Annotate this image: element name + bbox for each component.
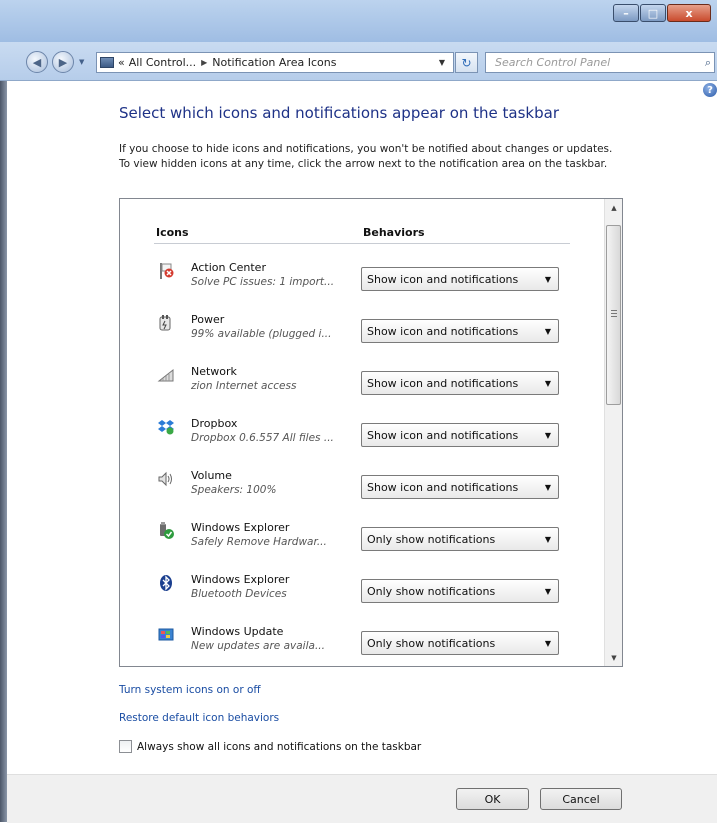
address-bar[interactable]: « All Control... ▶ Notification Area Ico… [96, 52, 454, 73]
chevron-down-icon: ▼ [544, 274, 551, 284]
item-detail: Bluetooth Devices [191, 588, 287, 600]
recent-pages-chevron-icon[interactable]: ▼ [79, 58, 84, 66]
list-item: Action Center Solve PC issues: 1 import.… [156, 259, 576, 303]
behavior-value: Only show notifications [367, 532, 496, 546]
cancel-button[interactable]: Cancel [540, 788, 622, 810]
scroll-up-button[interactable]: ▲ [605, 199, 622, 216]
title-bar: – □ x [0, 0, 717, 42]
item-detail: Safely Remove Hardwar... [191, 536, 327, 548]
bluetooth-icon [156, 573, 176, 593]
help-icon[interactable]: ? [703, 83, 717, 97]
back-button[interactable]: ◀ [26, 51, 48, 73]
behavior-dropdown[interactable]: Only show notifications ▼ [361, 579, 559, 603]
safely-remove-hardware-icon [156, 521, 176, 541]
page-description: If you choose to hide icons and notifica… [119, 143, 613, 170]
item-detail: zion Internet access [191, 380, 297, 392]
behavior-dropdown[interactable]: Show icon and notifications ▼ [361, 475, 559, 499]
chevron-down-icon: ▼ [544, 638, 551, 648]
chevron-down-icon: ▼ [544, 430, 551, 440]
item-name: Power [191, 313, 225, 326]
list-item: Dropbox Dropbox 0.6.557 All files ... Sh… [156, 415, 576, 459]
item-name: Network [191, 365, 237, 378]
notification-icons-list[interactable]: Icons Behaviors Action Center Solve PC i… [119, 198, 623, 667]
maximize-button[interactable]: □ [640, 4, 666, 22]
restore-defaults-link[interactable]: Restore default icon behaviors [119, 712, 279, 724]
item-name: Dropbox [191, 417, 238, 430]
forward-button[interactable]: ▶ [52, 51, 74, 73]
chevron-down-icon: ▼ [544, 482, 551, 492]
breadcrumb-all-control-panel[interactable]: All Control... [129, 56, 196, 69]
address-toolbar: ◀ ▶ ▼ « All Control... ▶ Notification Ar… [0, 42, 717, 81]
list-item: Volume Speakers: 100% Show icon and noti… [156, 467, 576, 511]
item-name: Volume [191, 469, 232, 482]
behavior-dropdown[interactable]: Only show notifications ▼ [361, 631, 559, 655]
behavior-dropdown[interactable]: Show icon and notifications ▼ [361, 319, 559, 343]
close-button[interactable]: x [667, 4, 711, 22]
behavior-value: Only show notifications [367, 636, 496, 650]
chevron-down-icon: ▼ [544, 586, 551, 596]
breadcrumb-overflow[interactable]: « [118, 56, 125, 69]
list-item: Windows Explorer Safely Remove Hardwar..… [156, 519, 576, 563]
dropbox-icon [156, 417, 176, 437]
behavior-dropdown[interactable]: Only show notifications ▼ [361, 527, 559, 551]
minimize-button[interactable]: – [613, 4, 639, 22]
item-detail: Speakers: 100% [191, 484, 277, 496]
vertical-scrollbar[interactable]: ▲ ▼ [604, 199, 622, 666]
item-name: Action Center [191, 261, 266, 274]
column-header-behaviors: Behaviors [363, 226, 425, 239]
search-box[interactable]: ⌕ [485, 52, 715, 73]
chevron-down-icon: ▼ [544, 378, 551, 388]
grip-icon [611, 310, 617, 317]
behavior-value: Only show notifications [367, 584, 496, 598]
always-show-label[interactable]: Always show all icons and notifications … [137, 741, 421, 753]
behavior-value: Show icon and notifications [367, 376, 519, 390]
search-input[interactable] [495, 56, 685, 69]
behavior-value: Show icon and notifications [367, 324, 519, 338]
behavior-value: Show icon and notifications [367, 480, 519, 494]
power-plug-icon [156, 313, 176, 333]
window-controls: – □ x [612, 4, 711, 22]
search-icon[interactable]: ⌕ [705, 56, 711, 70]
list-item: Windows Explorer Bluetooth Devices Only … [156, 571, 576, 615]
breadcrumb-separator-icon[interactable]: ▶ [201, 58, 207, 67]
item-detail: Solve PC issues: 1 import... [191, 276, 335, 288]
control-panel-icon [100, 57, 114, 68]
list-item: Windows Update New updates are availa...… [156, 623, 576, 666]
item-name: Windows Update [191, 625, 284, 638]
item-name: Windows Explorer [191, 521, 290, 534]
always-show-checkbox[interactable] [119, 740, 132, 753]
page-title: Select which icons and notifications app… [119, 104, 559, 122]
left-window-edge [0, 81, 7, 822]
scroll-thumb[interactable] [606, 225, 621, 405]
column-header-icons: Icons [156, 226, 189, 239]
windows-update-icon [156, 625, 176, 645]
behavior-value: Show icon and notifications [367, 272, 519, 286]
behavior-dropdown[interactable]: Show icon and notifications ▼ [361, 423, 559, 447]
header-divider [154, 243, 570, 244]
turn-system-icons-link[interactable]: Turn system icons on or off [119, 684, 261, 696]
refresh-button[interactable]: ↻ [455, 52, 478, 73]
behavior-dropdown[interactable]: Show icon and notifications ▼ [361, 371, 559, 395]
item-name: Windows Explorer [191, 573, 290, 586]
item-detail: Dropbox 0.6.557 All files ... [191, 432, 334, 444]
always-show-option[interactable]: Always show all icons and notifications … [119, 740, 421, 753]
ok-button[interactable]: OK [456, 788, 529, 810]
list-item: Network zion Internet access Show icon a… [156, 363, 576, 407]
item-detail: New updates are availa... [191, 640, 325, 652]
address-dropdown-icon[interactable]: ▼ [439, 58, 445, 67]
chevron-down-icon: ▼ [544, 534, 551, 544]
chevron-down-icon: ▼ [544, 326, 551, 336]
breadcrumb-notification-area-icons[interactable]: Notification Area Icons [212, 56, 336, 69]
scroll-down-button[interactable]: ▼ [605, 649, 622, 666]
speaker-icon [156, 469, 176, 489]
list-item: Power 99% available (plugged i... Show i… [156, 311, 576, 355]
network-signal-icon [156, 365, 176, 385]
behavior-dropdown[interactable]: Show icon and notifications ▼ [361, 267, 559, 291]
action-center-flag-icon [156, 261, 176, 281]
item-detail: 99% available (plugged i... [191, 328, 332, 340]
behavior-value: Show icon and notifications [367, 428, 519, 442]
